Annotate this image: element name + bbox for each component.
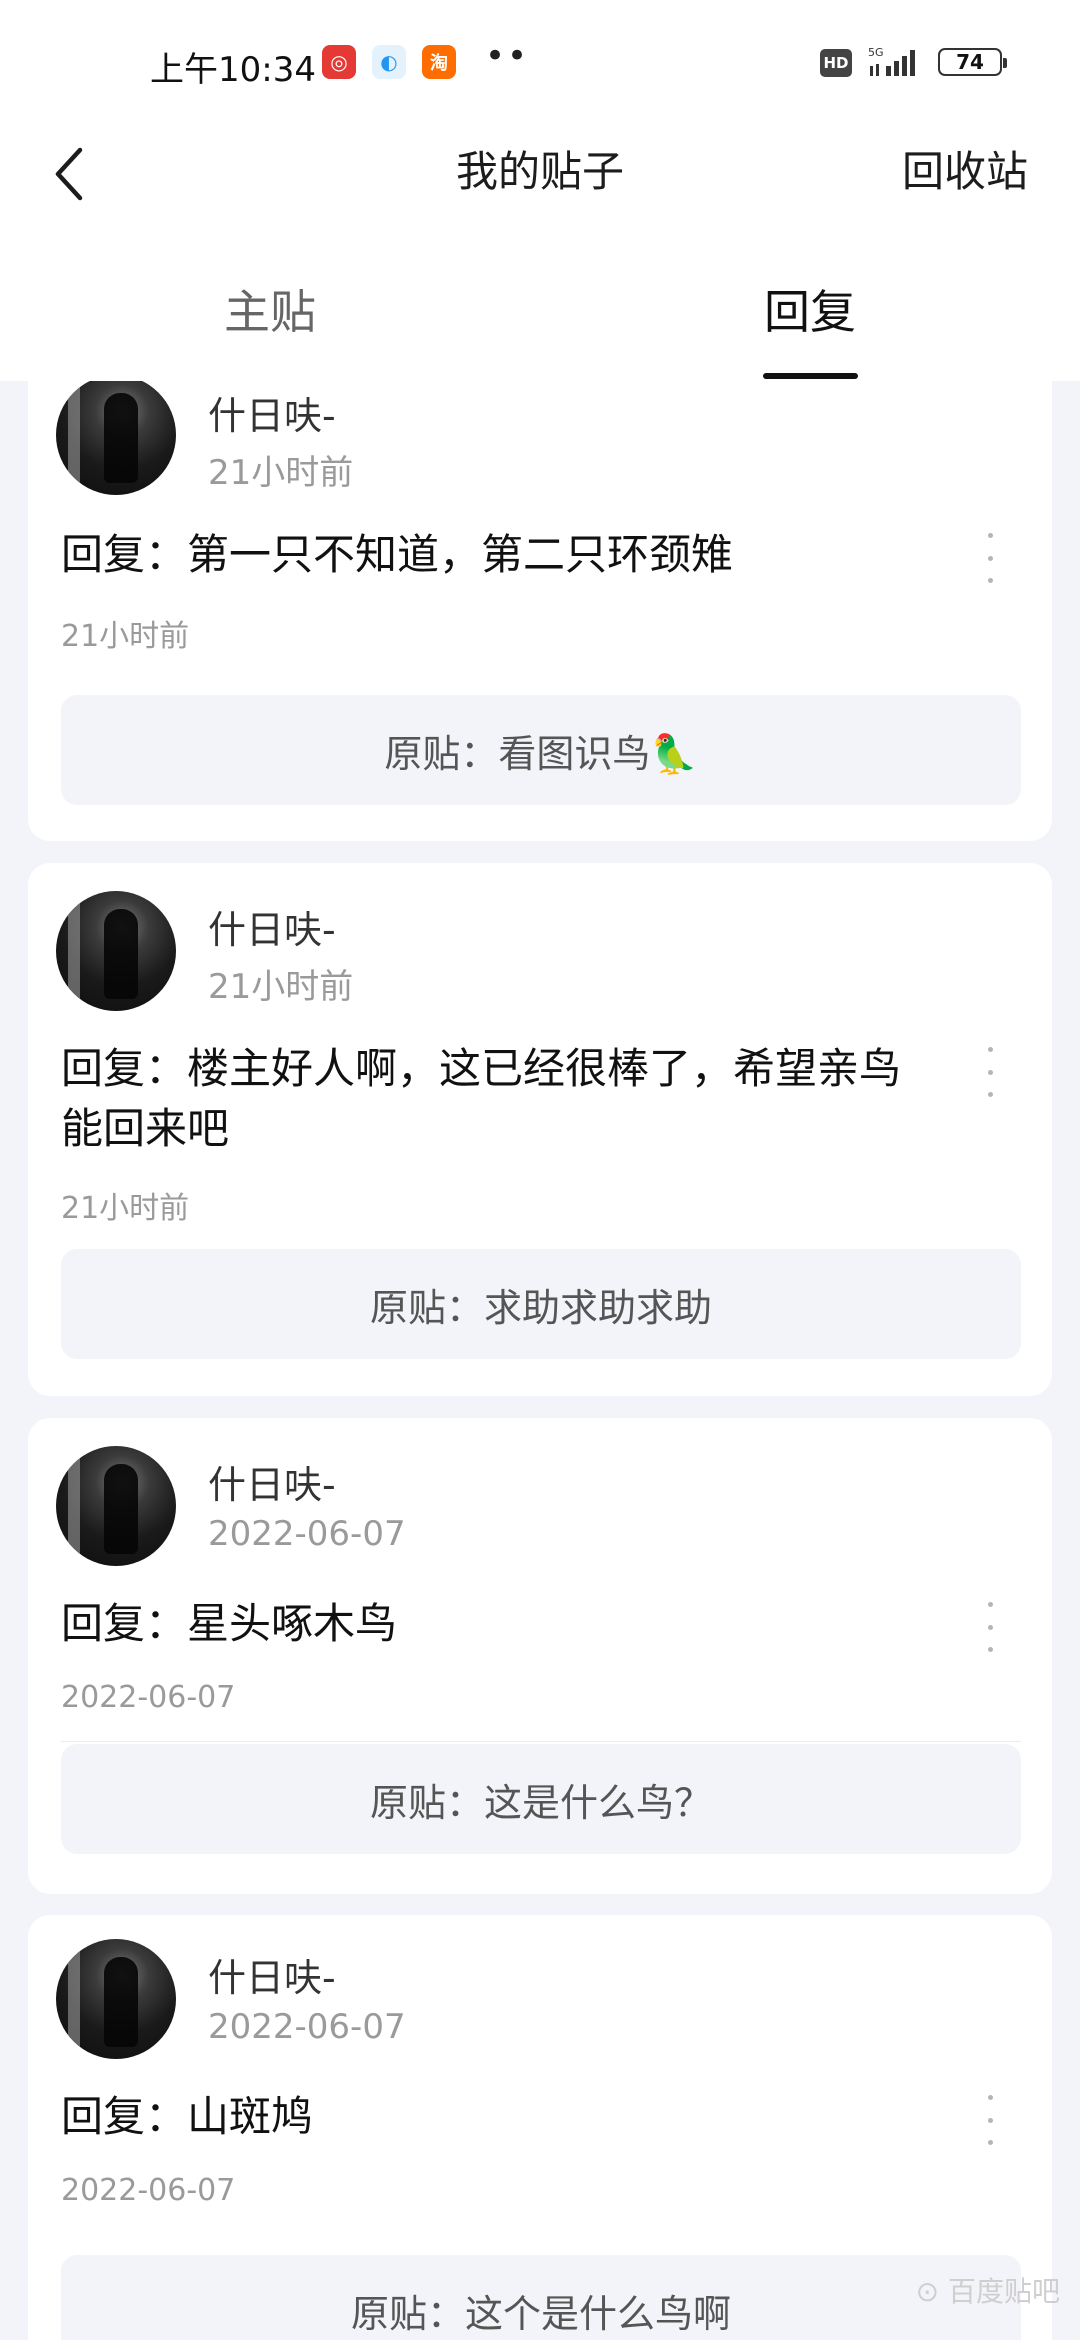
original-post-link[interactable]: 原贴：求助求助求助 (61, 1249, 1021, 1359)
reply-text[interactable]: 回复：第一只不知道，第二只环颈雉 (61, 525, 931, 585)
username[interactable]: 什日呋- (208, 899, 336, 954)
active-tab-indicator (763, 373, 858, 379)
reply-card[interactable]: 什日呋- 21小时前 回复：第一只不知道，第二只环颈雉 21小时前 原贴：看图识… (28, 381, 1052, 841)
battery-level: 74 (956, 50, 984, 74)
signal-5g-icon: 5G (868, 46, 915, 76)
reply-text[interactable]: 回复：山斑鸠 (61, 2087, 931, 2147)
reply-card[interactable]: 什日呋- 2022-06-07 回复：星头啄木鸟 2022-06-07 原贴：这… (28, 1418, 1052, 1894)
reply-list[interactable]: 什日呋- 21小时前 回复：第一只不知道，第二只环颈雉 21小时前 原贴：看图识… (0, 381, 1080, 2340)
avatar[interactable] (56, 1939, 176, 2059)
more-notifications-icon: •• (485, 36, 530, 76)
reply-time: 2022-06-07 (61, 1680, 236, 1715)
reply-time: 21小时前 (61, 1191, 190, 1226)
tab-main-posts[interactable]: 主贴 (120, 276, 420, 342)
divider (61, 1741, 1021, 1742)
reply-time: 2022-06-07 (61, 2173, 236, 2208)
reply-time: 21小时前 (61, 619, 190, 654)
original-post-link[interactable]: 原贴：这个是什么鸟啊 (61, 2255, 1021, 2340)
user-post-time: 21小时前 (208, 453, 354, 493)
user-post-time: 2022-06-07 (208, 2007, 406, 2047)
username[interactable]: 什日呋- (208, 385, 336, 440)
reply-text[interactable]: 回复：楼主好人啊，这已经很棒了，希望亲鸟能回来吧 (61, 1039, 931, 1159)
netease-music-icon: ◎ (322, 45, 356, 79)
app-watermark: ⊙ 百度贴吧 (915, 2275, 1060, 2308)
network-label: 5G (868, 46, 884, 59)
user-post-time: 2022-06-07 (208, 1514, 406, 1554)
original-post-link[interactable]: 原贴：这是什么鸟？ (61, 1744, 1021, 1854)
username[interactable]: 什日呋- (208, 1947, 336, 2002)
more-options-icon[interactable] (978, 1047, 1002, 1097)
avatar[interactable] (56, 381, 176, 495)
tab-bar: 主贴 回复 (0, 236, 1080, 381)
reply-card[interactable]: 什日呋- 2022-06-07 回复：山斑鸠 2022-06-07 原贴：这个是… (28, 1915, 1052, 2340)
status-time: 上午10:34 (150, 50, 316, 90)
more-options-icon[interactable] (978, 1602, 1002, 1652)
status-bar: 上午10:34 ◎ ◐ 淘 •• HD 5G 74 (0, 0, 1080, 128)
reply-card[interactable]: 什日呋- 21小时前 回复：楼主好人啊，这已经很棒了，希望亲鸟能回来吧 21小时… (28, 863, 1052, 1396)
hd-voice-icon: HD (820, 49, 852, 77)
user-post-time: 21小时前 (208, 967, 354, 1007)
browser-icon: ◐ (372, 45, 406, 79)
more-options-icon[interactable] (978, 2095, 1002, 2145)
username[interactable]: 什日呋- (208, 1454, 336, 1509)
avatar[interactable] (56, 1446, 176, 1566)
recycle-bin-button[interactable]: 回收站 (902, 138, 1028, 199)
battery-icon: 74 (938, 48, 1007, 76)
more-options-icon[interactable] (978, 533, 1002, 583)
avatar[interactable] (56, 891, 176, 1011)
tab-replies[interactable]: 回复 (660, 276, 960, 342)
reply-text[interactable]: 回复：星头啄木鸟 (61, 1594, 931, 1654)
original-post-link[interactable]: 原贴：看图识鸟🦜 (61, 695, 1021, 805)
taobao-icon: 淘 (422, 45, 456, 79)
